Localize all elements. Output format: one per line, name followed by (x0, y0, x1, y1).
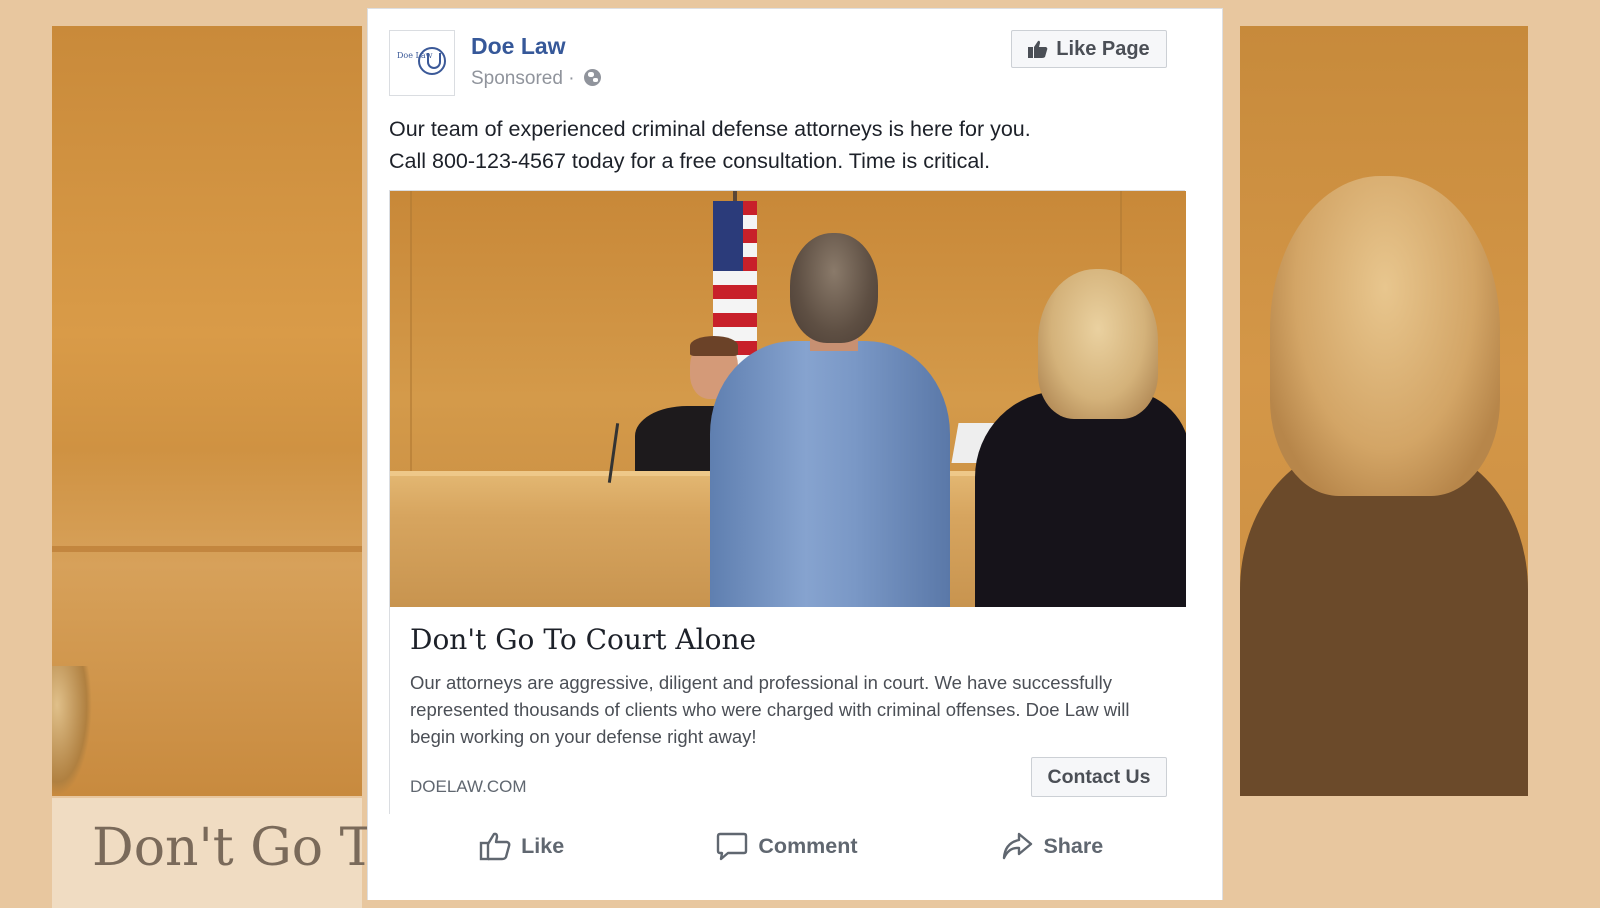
like-button[interactable]: Like (389, 821, 654, 871)
comment-button[interactable]: Comment (654, 821, 919, 871)
link-description: Our attorneys are aggressive, diligent a… (410, 672, 1130, 747)
globe-icon (583, 69, 601, 86)
courtroom-photo[interactable] (390, 191, 1186, 607)
comment-label: Comment (758, 833, 858, 858)
like-page-button[interactable]: Like Page (1011, 30, 1167, 68)
like-page-label: Like Page (1056, 37, 1150, 60)
background-title-strip: Don't Go T (52, 798, 374, 908)
thumbs-up-icon (1028, 40, 1048, 58)
comment-icon (717, 832, 748, 861)
sponsored-label: Sponsored (471, 68, 563, 89)
post-header: Doe Law Doe Law Sponsored · Like Page (389, 30, 1201, 100)
link-preview-body[interactable]: Don't Go To Court Alone Our attorneys ar… (390, 607, 1186, 815)
post-actions-bar: Like Comment Share (389, 821, 1185, 871)
like-label: Like (521, 833, 565, 858)
page-logo[interactable]: Doe Law (389, 30, 455, 96)
seal-icon (418, 47, 446, 75)
background-left-image (52, 26, 362, 796)
link-preview[interactable]: Don't Go To Court Alone Our attorneys ar… (389, 190, 1186, 815)
contact-us-button[interactable]: Contact Us (1031, 757, 1167, 797)
share-label: Share (1043, 833, 1104, 858)
separator: · (568, 68, 575, 89)
page-name-link[interactable]: Doe Law (471, 33, 566, 60)
share-icon (1003, 832, 1033, 860)
post-text-line-2: Call 800-123-4567 today for a free consu… (389, 149, 991, 173)
sponsored-post-card: Doe Law Doe Law Sponsored · Like Page Ou… (367, 8, 1223, 900)
post-text-line-1: Our team of experienced criminal defense… (389, 117, 1031, 141)
background-right-image (1240, 26, 1528, 796)
sponsored-row: Sponsored · (471, 68, 601, 90)
background-title: Don't Go T (92, 818, 375, 878)
share-button[interactable]: Share (920, 821, 1185, 871)
thumbs-up-icon (479, 832, 511, 861)
link-headline[interactable]: Don't Go To Court Alone (410, 623, 756, 656)
link-domain: DOELAW.COM (410, 777, 527, 796)
post-text: Our team of experienced criminal defense… (389, 113, 1189, 177)
